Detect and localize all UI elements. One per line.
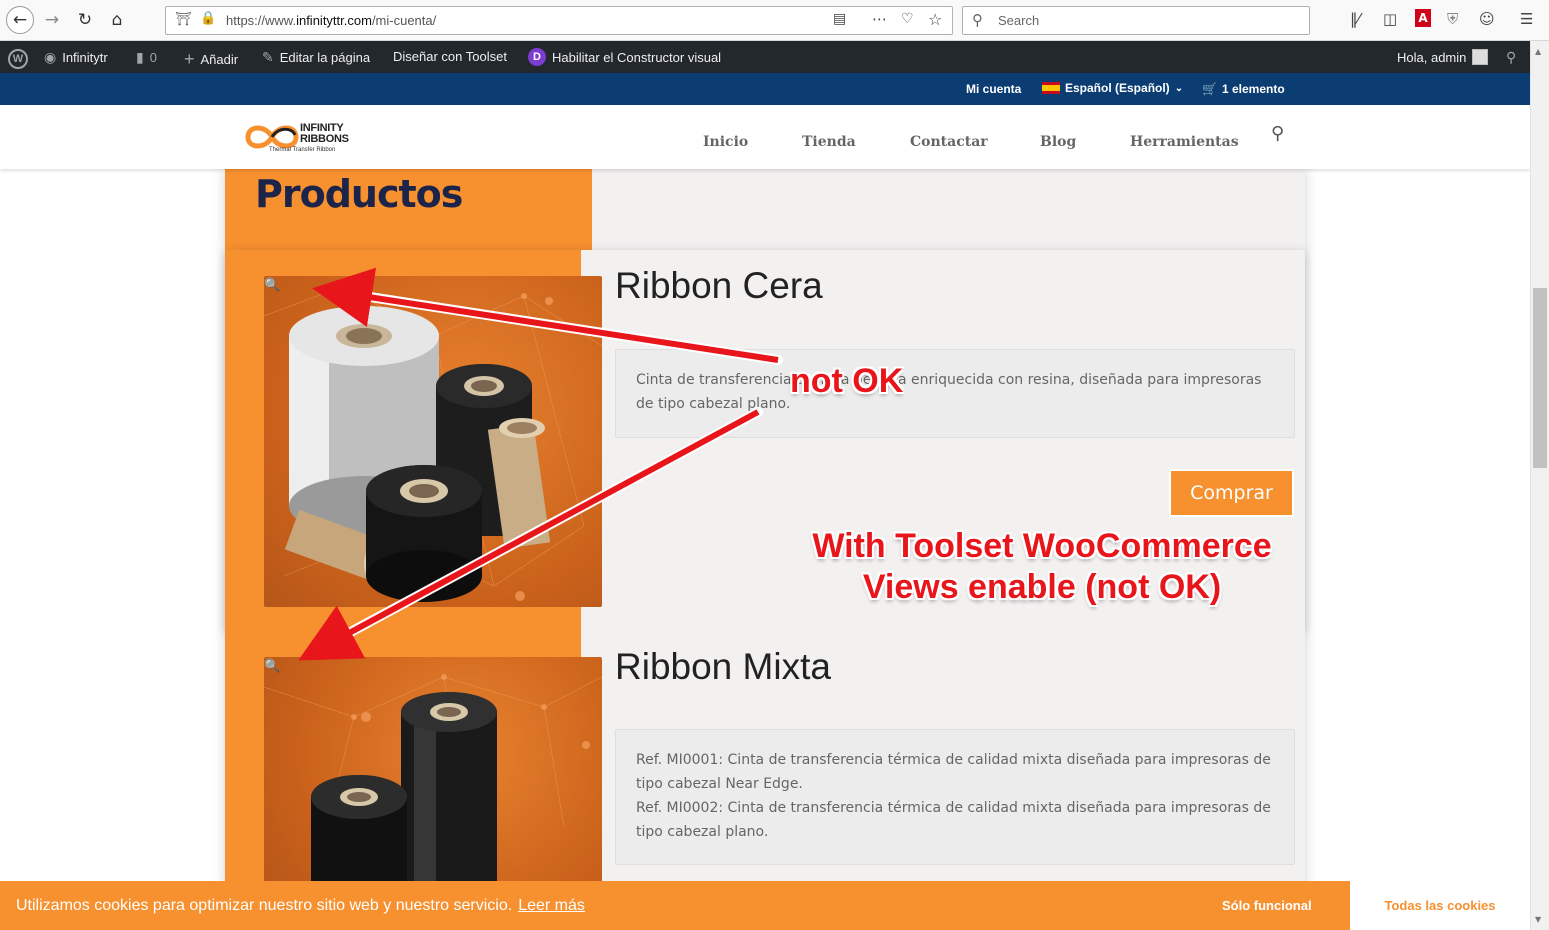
language-label: Español (Español) (1065, 81, 1170, 95)
product-title[interactable]: Ribbon Cera (615, 265, 823, 307)
magnifier-zoom-icon[interactable]: 🔍 (264, 659, 280, 674)
more-actions-icon[interactable]: ⋯ (872, 10, 887, 28)
nav-contactar[interactable]: Contactar (910, 134, 988, 150)
reload-icon[interactable]: ↻ (71, 6, 99, 34)
admin-visual-builder-link[interactable]: D Habilitar el Constructor visual (528, 48, 721, 66)
adobe-icon[interactable]: A (1415, 9, 1431, 27)
page-scrollbar[interactable]: ▲ ▼ (1530, 41, 1549, 930)
product-description-line: Ref. MI0001: Cinta de transferencia térm… (636, 752, 1271, 792)
nav-inicio[interactable]: Inicio (703, 134, 748, 150)
admin-edit-page-link[interactable]: ✎ Editar la página (262, 49, 370, 66)
search-icon: ⚲ (1506, 49, 1517, 65)
magnifier-zoom-icon[interactable]: 🔍 (264, 278, 280, 293)
scroll-up-arrow-icon[interactable]: ▲ (1535, 47, 1541, 56)
admin-search-icon[interactable]: ⚲ (1506, 49, 1516, 66)
functional-cookies-button[interactable]: Sólo funcional (1222, 898, 1312, 913)
cart-icon: 🛒 (1202, 82, 1217, 96)
home-icon[interactable]: ⌂ (103, 6, 131, 34)
spain-flag-icon (1042, 82, 1060, 94)
comment-icon: ▮ (136, 49, 144, 65)
admin-add-new-link[interactable]: + Añadir (184, 49, 238, 70)
product-image[interactable]: 🔍 (264, 657, 602, 897)
cart-link[interactable]: 🛒 1 elemento (1202, 82, 1285, 96)
bookmark-star-icon[interactable]: ☆ (928, 10, 942, 29)
nav-tienda[interactable]: Tienda (802, 134, 856, 150)
product-image[interactable]: 🔍 (264, 276, 602, 607)
accept-all-cookies-button[interactable]: Todas las cookies (1350, 881, 1530, 930)
reader-view-icon[interactable]: ▤ (833, 11, 846, 27)
browser-search-input[interactable]: ⚲ Search (962, 6, 1310, 35)
admin-greeting: Hola, admin (1397, 49, 1467, 65)
account-icon[interactable]: ☺ (1479, 10, 1495, 28)
sidebar-icon[interactable]: ◫ (1383, 10, 1397, 28)
wordpress-logo-icon[interactable]: W (8, 49, 28, 69)
logo-tagline: Thermal Transfer Ribbon (269, 147, 336, 153)
edit-page-label: Editar la página (279, 50, 371, 65)
lock-icon[interactable]: 🔒 (200, 11, 216, 26)
product-card: 🔍 Ribbon Mixta Ref. MI0001: Cinta de tra… (225, 631, 1305, 897)
search-icon: ⚲ (972, 11, 983, 29)
logo-name: INFINITY RIBBONS (300, 122, 349, 145)
wp-admin-bar: W ◉ Infinitytr ▮ 0 + Añadir ✎ Editar la … (0, 41, 1549, 73)
pocket-icon[interactable]: ♡ (901, 11, 914, 27)
nav-herramientas[interactable]: Herramientas (1130, 134, 1239, 150)
site-top-bar: Mi cuenta Español (Español) ⌄ 🛒 1 elemen… (0, 73, 1530, 105)
chevron-down-icon: ⌄ (1174, 82, 1184, 94)
cookie-read-more-link[interactable]: Leer más (518, 897, 585, 914)
browser-toolbar: ← → ↻ ⌂ ⛩ 🔒 https://www.infinityttr.com/… (0, 0, 1549, 41)
shield-icon[interactable]: ⛩ (175, 12, 192, 27)
forward-arrow-icon[interactable]: → (38, 6, 66, 34)
divi-icon: D (528, 48, 546, 66)
my-account-link[interactable]: Mi cuenta (966, 82, 1021, 96)
toolset-label: Diseñar con Toolset (393, 49, 507, 64)
avatar (1472, 49, 1489, 65)
page-title: Productos (255, 172, 463, 216)
site-logo[interactable]: INFINITY RIBBONS Thermal Transfer Ribbon (242, 119, 356, 159)
cookie-banner: Utilizamos cookies para optimizar nuestr… (0, 881, 1530, 930)
admin-toolset-link[interactable]: Diseñar con Toolset (393, 49, 507, 64)
cookie-message: Utilizamos cookies para optimizar nuestr… (16, 897, 585, 915)
product-description: Cinta de transferencia térmica de cera e… (615, 349, 1295, 438)
product-card: 🔍 Ribbon Cera Cinta de transferencia tér… (225, 250, 1305, 631)
admin-site-link[interactable]: ◉ Infinitytr (44, 49, 108, 66)
product-description-text: Cinta de transferencia térmica de cera e… (636, 372, 1262, 412)
menu-icon[interactable]: ☰ (1520, 10, 1533, 28)
back-arrow-icon[interactable]: ← (6, 6, 34, 34)
search-placeholder: Search (998, 13, 1040, 28)
url-text: https://www.infinityttr.com/mi-cuenta/ (226, 13, 437, 28)
ribbon-rolls-image (264, 674, 602, 897)
comments-count: 0 (149, 50, 157, 65)
page-content: Productos 🔍 Ribbon Cera Cinta de transfe… (225, 169, 1305, 897)
site-header: INFINITY RIBBONS Thermal Transfer Ribbon… (0, 105, 1530, 169)
pencil-icon: ✎ (262, 49, 274, 65)
plus-icon: + (184, 49, 195, 69)
scrollbar-thumb[interactable] (1533, 288, 1547, 468)
nav-blog[interactable]: Blog (1040, 134, 1076, 150)
admin-account-menu[interactable]: Hola, admin (1397, 49, 1489, 65)
product-description-line: Ref. MI0002: Cinta de transferencia térm… (636, 800, 1271, 840)
scroll-down-arrow-icon[interactable]: ▼ (1535, 915, 1541, 924)
address-bar[interactable]: ⛩ 🔒 https://www.infinityttr.com/mi-cuent… (165, 6, 953, 35)
cookie-message-text: Utilizamos cookies para optimizar nuestr… (16, 897, 513, 914)
language-switcher[interactable]: Español (Español) ⌄ (1042, 81, 1183, 95)
admin-comments-link[interactable]: ▮ 0 (136, 49, 157, 66)
product-title[interactable]: Ribbon Mixta (615, 646, 831, 688)
extension-shield-icon[interactable]: ⛨ (1447, 10, 1458, 28)
product-description: Ref. MI0001: Cinta de transferencia térm… (615, 729, 1295, 865)
cart-label: 1 elemento (1221, 82, 1285, 96)
buy-button[interactable]: Comprar (1169, 469, 1294, 517)
title-block: Productos (225, 169, 592, 250)
visual-builder-label: Habilitar el Constructor visual (552, 49, 722, 65)
header-search-icon[interactable]: ⚲ (1271, 123, 1284, 144)
library-icon[interactable]: ‖⁄ (1350, 10, 1360, 28)
add-new-label: Añadir (200, 52, 239, 67)
dashboard-icon: ◉ (44, 49, 57, 65)
site-name: Infinitytr (62, 50, 108, 65)
ribbon-rolls-image (264, 283, 602, 602)
